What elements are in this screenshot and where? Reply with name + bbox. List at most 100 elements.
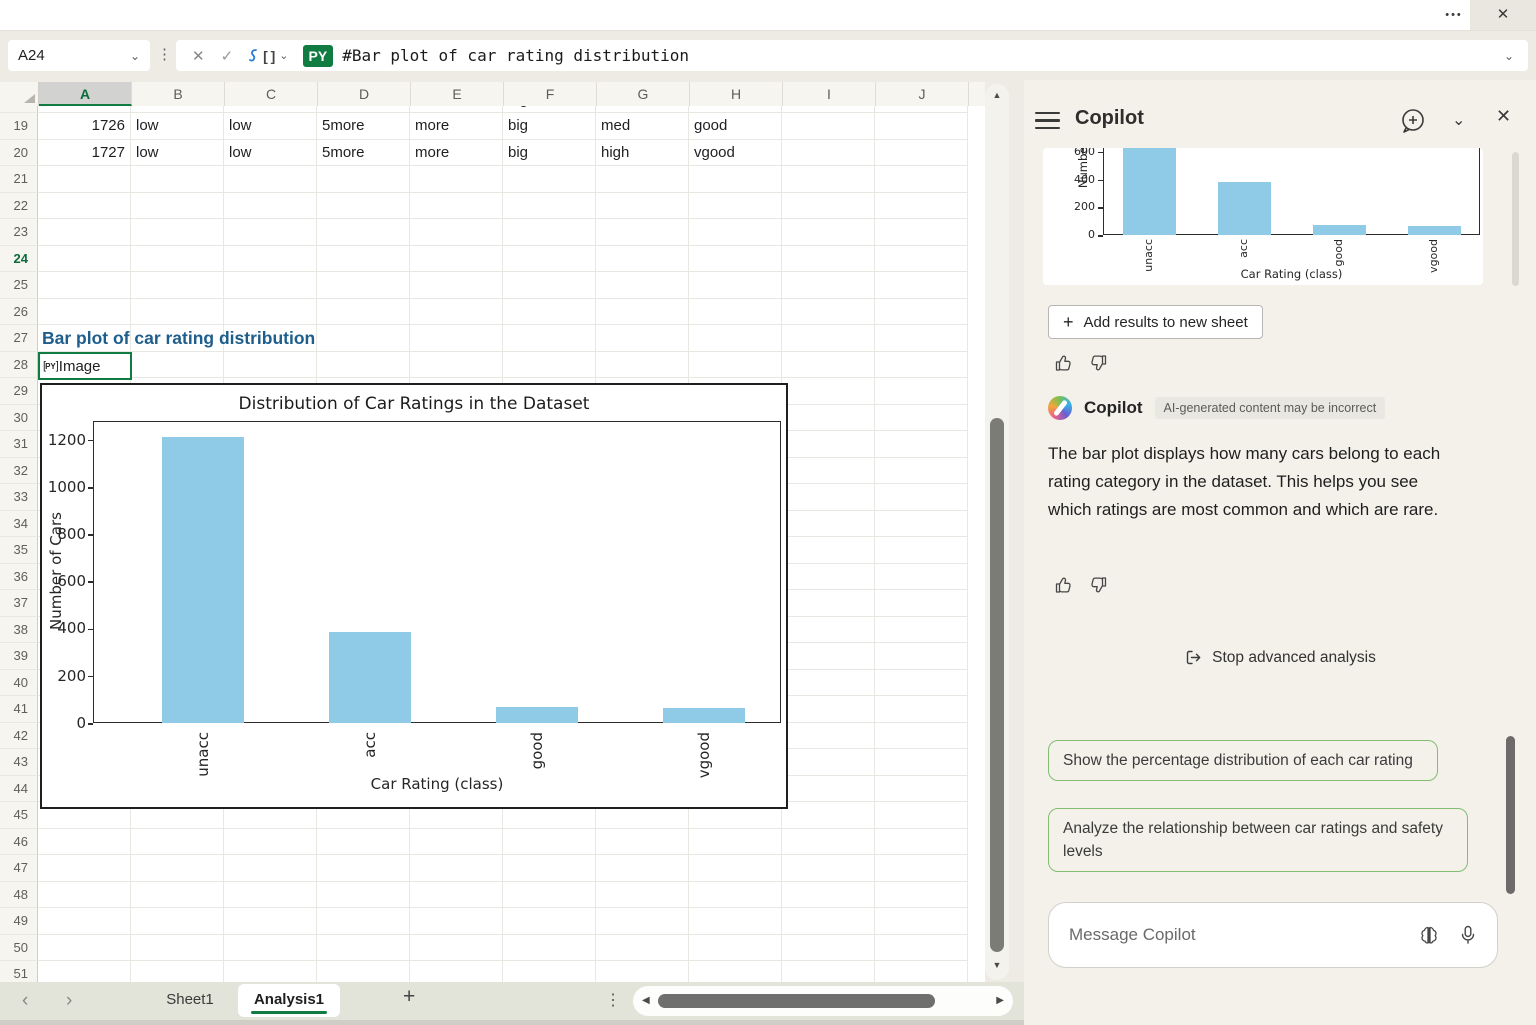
column-header-e[interactable]: E <box>411 82 504 106</box>
grid-cell[interactable] <box>689 299 782 326</box>
row-header[interactable]: 51 <box>0 961 38 982</box>
grid-cell[interactable] <box>317 935 410 962</box>
row-header[interactable]: 31 <box>0 431 38 458</box>
grid-cell[interactable] <box>410 193 503 220</box>
grid-cell[interactable] <box>782 935 875 962</box>
select-all-corner[interactable] <box>0 82 39 106</box>
grid-cell[interactable] <box>410 855 503 882</box>
grid-cell[interactable] <box>782 405 875 432</box>
grid-cell[interactable] <box>782 723 875 750</box>
grid-cell[interactable] <box>782 617 875 644</box>
grid-cell[interactable] <box>131 299 224 326</box>
row-header[interactable]: 40 <box>0 670 38 697</box>
grid-cell[interactable] <box>875 431 968 458</box>
grid-cell[interactable] <box>317 352 410 379</box>
grid-cell[interactable] <box>875 458 968 485</box>
grid-cell[interactable] <box>131 855 224 882</box>
grid-cell[interactable] <box>503 882 596 909</box>
grid-cell[interactable] <box>503 855 596 882</box>
grid-cell[interactable] <box>503 166 596 193</box>
tab-options-icon[interactable]: ⋮ <box>605 990 621 1010</box>
grid-cell[interactable] <box>875 829 968 856</box>
grid-cell[interactable] <box>782 325 875 352</box>
grid-cell[interactable] <box>689 829 782 856</box>
grid-cell[interactable] <box>596 829 689 856</box>
panel-scrollbar-thumb[interactable] <box>1506 736 1515 894</box>
horizontal-scrollbar-thumb[interactable] <box>658 994 935 1008</box>
grid-cell[interactable] <box>503 325 596 352</box>
grid-cell[interactable] <box>410 219 503 246</box>
row-header[interactable]: 27 <box>0 325 38 352</box>
grid-cell[interactable] <box>317 166 410 193</box>
grid-cell[interactable] <box>875 855 968 882</box>
grid-cell[interactable] <box>782 855 875 882</box>
grid-cell[interactable] <box>782 696 875 723</box>
grid-cell[interactable] <box>317 829 410 856</box>
grid-cell[interactable] <box>224 352 317 379</box>
grid-cell[interactable] <box>782 776 875 803</box>
grid-cell[interactable] <box>131 829 224 856</box>
python-function-icon[interactable]: [ ] <box>247 47 275 65</box>
grid-cell[interactable] <box>875 299 968 326</box>
horizontal-scrollbar-track[interactable]: ◀ ▶ <box>633 986 1013 1016</box>
message-copilot-input[interactable] <box>1067 924 1401 946</box>
grid-cell[interactable] <box>410 935 503 962</box>
grid-cell[interactable] <box>782 882 875 909</box>
grid-cell[interactable] <box>782 908 875 935</box>
grid-cell[interactable] <box>317 908 410 935</box>
row-header[interactable]: 19 <box>0 113 38 140</box>
thumbs-down-icon[interactable] <box>1088 353 1108 373</box>
grid-cell[interactable] <box>875 696 968 723</box>
grid-cell[interactable]: low <box>596 106 689 113</box>
chevron-down-icon[interactable]: ⌄ <box>130 49 150 63</box>
grid-cell[interactable] <box>875 193 968 220</box>
grid-cell[interactable]: low <box>131 140 224 167</box>
grid-cell[interactable] <box>410 908 503 935</box>
grid-cell[interactable] <box>875 246 968 273</box>
formula-text[interactable]: #Bar plot of car rating distribution <box>342 46 689 65</box>
card-scrollbar-thumb[interactable] <box>1512 152 1519 286</box>
scroll-down-icon[interactable]: ▼ <box>985 960 1009 970</box>
row-header[interactable]: 36 <box>0 564 38 591</box>
grid-cell[interactable] <box>503 193 596 220</box>
grid-cell[interactable] <box>875 802 968 829</box>
row-header[interactable]: 46 <box>0 829 38 856</box>
grid-cell[interactable]: 5more <box>317 106 410 113</box>
column-header-h[interactable]: H <box>690 82 783 106</box>
grid-cell[interactable] <box>503 352 596 379</box>
grid-cell[interactable] <box>224 299 317 326</box>
grid-cell[interactable] <box>782 564 875 591</box>
scroll-left-icon[interactable]: ◀ <box>642 995 650 1006</box>
grid-cell[interactable]: low <box>224 140 317 167</box>
grid-cell[interactable] <box>38 908 131 935</box>
grid-cell[interactable] <box>875 564 968 591</box>
grid-cell[interactable] <box>410 829 503 856</box>
grid-cell[interactable] <box>782 458 875 485</box>
chart-result-card[interactable]: 0200400600unaccaccgoodvgoodCar Rating (c… <box>1043 148 1483 285</box>
grid-cell[interactable] <box>875 352 968 379</box>
grid-cell[interactable] <box>782 590 875 617</box>
grid-cell[interactable] <box>503 935 596 962</box>
row-header[interactable]: 28 <box>0 352 38 379</box>
row-header[interactable]: 32 <box>0 458 38 485</box>
grid-cell[interactable] <box>131 193 224 220</box>
grid-cell[interactable] <box>38 829 131 856</box>
prev-sheet-icon[interactable]: ‹ <box>22 990 28 1012</box>
grid-cell[interactable] <box>38 855 131 882</box>
grid-cell[interactable] <box>875 166 968 193</box>
grid-cell[interactable] <box>224 829 317 856</box>
row-header[interactable]: 42 <box>0 723 38 750</box>
grid-cell[interactable] <box>224 882 317 909</box>
grid-cell[interactable]: 1725 <box>38 106 131 113</box>
grid-cell[interactable] <box>782 484 875 511</box>
column-header-a[interactable]: A <box>39 82 132 106</box>
grid-cell[interactable] <box>131 272 224 299</box>
grid-cell[interactable] <box>596 908 689 935</box>
grid-cell[interactable] <box>782 378 875 405</box>
grid-cell[interactable] <box>38 299 131 326</box>
grid-cell[interactable] <box>224 855 317 882</box>
grid-cell[interactable] <box>503 299 596 326</box>
grid-cell[interactable]: big <box>503 113 596 140</box>
grid-cell[interactable] <box>38 961 131 982</box>
grid-cell[interactable] <box>596 935 689 962</box>
